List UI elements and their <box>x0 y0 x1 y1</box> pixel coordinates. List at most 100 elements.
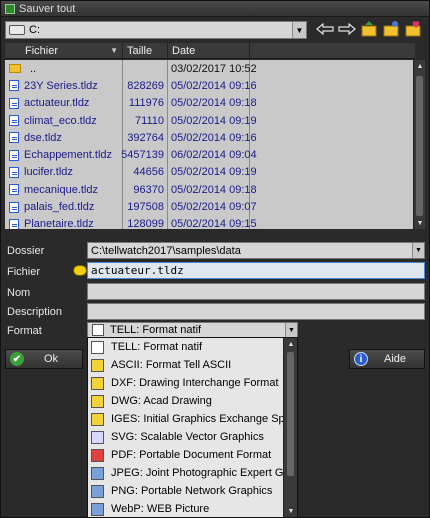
dxf-icon <box>91 376 104 390</box>
back-arrow-icon <box>316 23 334 35</box>
pdf-icon <box>91 448 104 462</box>
parent-folder-button[interactable] <box>359 19 379 39</box>
fichier-input[interactable]: actuateur.tldz <box>87 262 425 279</box>
list-item[interactable]: dse.tldz 392764 05/02/2014 09:16 <box>5 129 413 147</box>
format-option-tell[interactable]: TELL: Format natif <box>88 338 283 356</box>
fichier-value: actuateur.tldz <box>91 264 184 277</box>
file-size: 96370 <box>123 181 168 199</box>
document-icon <box>9 166 19 178</box>
chevron-down-icon[interactable]: ▼ <box>412 243 424 258</box>
dwg-icon <box>91 394 104 408</box>
file-name: mecanique.tldz <box>24 183 98 196</box>
dossier-field[interactable]: C:\tellwatch2017\samples\data ▼ <box>87 242 425 259</box>
list-item[interactable]: 23Y Series.tldz 828269 05/02/2014 09:16 <box>5 77 413 95</box>
aide-button[interactable]: i Aide <box>349 349 425 369</box>
format-option-label: TELL: Format natif <box>111 341 203 353</box>
list-item[interactable]: climat_eco.tldz 71110 05/02/2014 09:19 <box>5 111 413 130</box>
file-list-header: Fichier ▼ Taille Date <box>5 43 415 59</box>
document-icon <box>9 184 19 196</box>
document-icon <box>9 132 19 144</box>
file-date: 05/02/2014 09:07 <box>168 198 257 216</box>
file-size <box>123 60 168 78</box>
file-size: 828269 <box>123 77 168 95</box>
scroll-down-icon[interactable]: ▼ <box>414 217 426 229</box>
list-item[interactable]: .. 03/02/2017 10:52 <box>5 60 413 78</box>
scroll-up-icon[interactable]: ▲ <box>414 60 426 72</box>
format-option-dwg[interactable]: DWG: Acad Drawing <box>88 392 283 410</box>
format-option-label: IGES: Initial Graphics Exchange Specifi <box>111 413 283 425</box>
favorites-button[interactable] <box>403 19 423 39</box>
file-date: 05/02/2014 09:16 <box>168 129 257 147</box>
description-label: Description <box>7 306 63 318</box>
column-header-size-label: Taille <box>127 45 153 57</box>
favorites-folder-icon <box>405 21 421 37</box>
nom-input[interactable] <box>87 283 425 300</box>
file-size: 71110 <box>123 111 168 130</box>
scroll-down-icon[interactable]: ▼ <box>284 505 298 517</box>
column-header-size[interactable]: Taille <box>123 43 168 58</box>
file-name: Planetaire.tldz <box>24 218 94 229</box>
file-date: 03/02/2017 10:52 <box>168 60 257 78</box>
file-size: 5457139 <box>121 146 168 164</box>
chevron-down-icon[interactable]: ▼ <box>285 323 297 337</box>
list-item[interactable]: Echappement.tldz 5457139 06/02/2014 09:0… <box>5 146 413 164</box>
list-item[interactable]: Planetaire.tldz 128099 05/02/2014 09:15 <box>5 215 413 229</box>
fichier-label: Fichier <box>7 266 41 278</box>
scroll-up-icon[interactable]: ▲ <box>284 338 298 350</box>
dossier-value: C:\tellwatch2017\samples\data <box>91 244 241 257</box>
column-header-name[interactable]: Fichier ▼ <box>5 43 123 58</box>
format-option-png[interactable]: PNG: Portable Network Graphics <box>88 482 283 500</box>
drive-label: C: <box>29 24 40 36</box>
format-option-webp[interactable]: WebP: WEB Picture <box>88 500 283 518</box>
format-option-iges[interactable]: IGES: Initial Graphics Exchange Specifi <box>88 410 283 428</box>
scrollbar-thumb[interactable] <box>287 352 294 476</box>
help-icon: i <box>354 352 368 366</box>
forward-button[interactable] <box>337 19 357 39</box>
chevron-down-icon[interactable]: ▼ <box>292 22 306 38</box>
list-item[interactable]: actuateur.tldz 111976 05/02/2014 09:18 <box>5 94 413 112</box>
jpeg-icon <box>91 466 104 480</box>
format-value: TELL: Format natif <box>110 324 202 336</box>
list-item[interactable]: mecanique.tldz 96370 05/02/2014 09:18 <box>5 181 413 199</box>
drive-selector[interactable]: C: ▼ <box>5 21 307 39</box>
back-button[interactable] <box>315 19 335 39</box>
new-folder-button[interactable] <box>381 19 401 39</box>
file-name: palais_fed.tldz <box>24 201 95 214</box>
format-dropdown-list[interactable]: TELL: Format natif ASCII: Format Tell AS… <box>87 337 298 518</box>
format-option-svg[interactable]: SVG: Scalable Vector Graphics <box>88 428 283 446</box>
new-folder-icon <box>383 21 399 37</box>
description-input[interactable] <box>87 303 425 320</box>
document-icon <box>9 80 19 92</box>
filename-icon <box>73 265 87 276</box>
format-option-label: DXF: Drawing Interchange Format <box>111 377 279 389</box>
column-header-date[interactable]: Date <box>168 43 250 58</box>
format-option-dxf[interactable]: DXF: Drawing Interchange Format <box>88 374 283 392</box>
file-list-scrollbar[interactable]: ▲ ▼ <box>413 60 425 229</box>
list-item[interactable]: palais_fed.tldz 197508 05/02/2014 09:07 <box>5 198 413 216</box>
format-list-scrollbar[interactable]: ▲ ▼ <box>283 338 297 517</box>
file-size: 128099 <box>123 215 168 229</box>
format-option-pdf[interactable]: PDF: Portable Document Format <box>88 446 283 464</box>
file-size: 392764 <box>123 129 168 147</box>
file-list[interactable]: .. 03/02/2017 10:52 23Y Series.tldz 8282… <box>5 60 413 229</box>
app-icon <box>5 3 15 14</box>
file-name: .. <box>30 62 37 75</box>
format-option-jpeg[interactable]: JPEG: Joint Photographic Expert Group <box>88 464 283 482</box>
format-option-label: ASCII: Format Tell ASCII <box>111 359 232 371</box>
navigation-toolbar <box>315 19 423 39</box>
document-icon <box>9 218 19 229</box>
title-bar[interactable]: Sauver tout <box>1 1 429 17</box>
file-date: 05/02/2014 09:19 <box>168 111 257 130</box>
list-item[interactable]: lucifer.tldz 44656 05/02/2014 09:19 <box>5 163 413 182</box>
file-date: 05/02/2014 09:15 <box>168 215 257 229</box>
ok-button[interactable]: ✔ Ok <box>5 349 83 369</box>
column-header-name-label: Fichier <box>25 45 59 57</box>
format-option-ascii[interactable]: ASCII: Format Tell ASCII <box>88 356 283 374</box>
format-select[interactable]: TELL: Format natif ▼ <box>87 322 298 338</box>
file-name: climat_eco.tldz <box>24 114 97 127</box>
scrollbar-thumb[interactable] <box>416 76 423 216</box>
webp-icon <box>91 502 104 516</box>
format-option-label: PNG: Portable Network Graphics <box>111 485 273 497</box>
file-name: actuateur.tldz <box>24 97 90 110</box>
nom-label: Nom <box>7 287 31 299</box>
